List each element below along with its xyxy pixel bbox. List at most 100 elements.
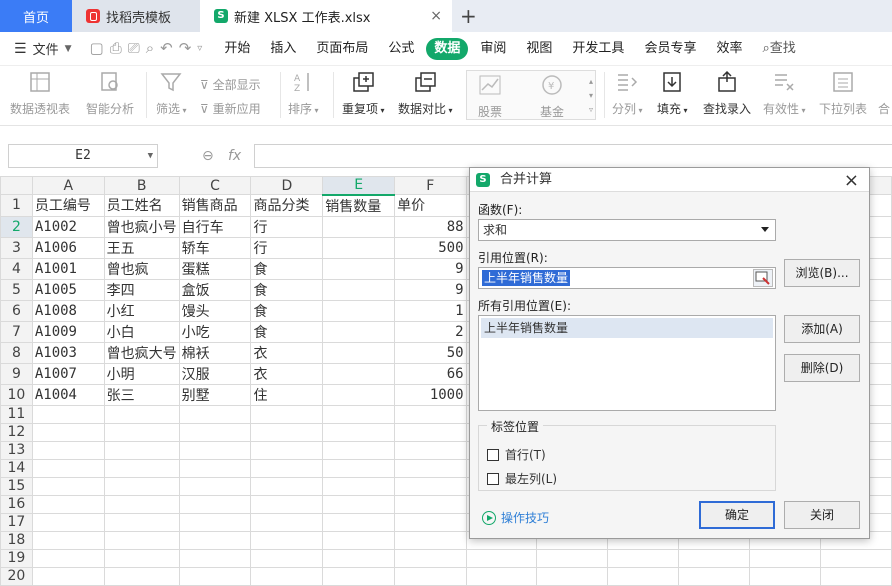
cell[interactable]: 1000	[394, 383, 467, 406]
row-header[interactable]: 4	[0, 257, 33, 280]
left-column-checkbox[interactable]: 最左列(L)	[487, 470, 557, 487]
cell[interactable]	[749, 566, 821, 586]
more-icon[interactable]: ▿	[197, 39, 202, 59]
cell[interactable]	[178, 566, 252, 586]
cell[interactable]: 小吃	[178, 320, 252, 343]
cell[interactable]	[31, 566, 105, 586]
save-icon[interactable]: ▢	[90, 39, 104, 59]
cell[interactable]	[322, 440, 396, 460]
cell[interactable]: 李四	[103, 278, 180, 301]
cell[interactable]	[322, 476, 396, 496]
cell[interactable]	[322, 341, 396, 364]
row-header[interactable]: 19	[0, 548, 33, 568]
cell[interactable]	[394, 476, 467, 496]
row-header[interactable]: 16	[0, 494, 33, 514]
cell[interactable]	[250, 494, 324, 514]
menu-developer[interactable]: 开发工具	[564, 38, 632, 60]
cell[interactable]	[250, 512, 324, 532]
cell[interactable]	[178, 512, 252, 532]
row-header[interactable]: 15	[0, 476, 33, 496]
cell[interactable]	[250, 458, 324, 478]
cell[interactable]: 张三	[103, 383, 180, 406]
cell[interactable]	[394, 440, 467, 460]
cell[interactable]: 别墅	[178, 383, 252, 406]
first-row-checkbox[interactable]: 首行(T)	[487, 446, 546, 463]
cell[interactable]: 蛋糕	[178, 257, 252, 280]
cell[interactable]	[322, 278, 396, 301]
cell[interactable]	[103, 422, 180, 442]
show-all-button[interactable]: ⊽ 全部显示	[200, 76, 261, 93]
row-header[interactable]: 1	[0, 194, 33, 217]
export-icon[interactable]: ⎙	[110, 39, 122, 59]
cell[interactable]	[322, 530, 396, 550]
cell[interactable]: 曾也疯小号	[103, 215, 180, 238]
cell[interactable]	[322, 236, 396, 259]
cell[interactable]: 小明	[103, 362, 180, 385]
new-tab-button[interactable]: +	[460, 4, 477, 28]
cell[interactable]: 食	[250, 320, 324, 343]
close-tab-icon[interactable]: ×	[430, 8, 442, 24]
cell[interactable]	[322, 494, 396, 514]
cell[interactable]	[322, 362, 396, 385]
data-compare-button[interactable]: 数据对比 ▾	[398, 70, 453, 117]
cell[interactable]	[103, 566, 180, 586]
fill-button[interactable]: 填充 ▾	[657, 70, 688, 117]
gallery-scroll-icon[interactable]: ▴ ▾ ▿	[589, 75, 593, 117]
column-header[interactable]: E	[322, 176, 396, 196]
cell[interactable]	[31, 422, 105, 442]
cell[interactable]	[31, 512, 105, 532]
cell[interactable]: 商品分类	[250, 194, 324, 217]
row-header[interactable]: 17	[0, 512, 33, 532]
cell[interactable]	[178, 458, 252, 478]
cell[interactable]	[250, 440, 324, 460]
fx-icon[interactable]: fx	[228, 148, 241, 164]
cell[interactable]: 500	[394, 236, 467, 259]
cell[interactable]	[31, 458, 105, 478]
row-header[interactable]: 9	[0, 362, 33, 385]
browse-button[interactable]: 浏览(B)...	[784, 259, 860, 287]
cell[interactable]	[322, 404, 396, 424]
cell[interactable]: 轿车	[178, 236, 252, 259]
row-header[interactable]: 13	[0, 440, 33, 460]
cell[interactable]: 馒头	[178, 299, 252, 322]
cell[interactable]: 曾也疯大号	[103, 341, 180, 364]
cell[interactable]	[103, 512, 180, 532]
row-header[interactable]: 2	[0, 215, 33, 238]
menu-review[interactable]: 审阅	[472, 38, 514, 60]
cell[interactable]: A1004	[31, 383, 105, 406]
cell[interactable]	[607, 566, 680, 586]
smart-analysis-button[interactable]: 智能分析	[86, 70, 134, 117]
cell[interactable]	[31, 548, 105, 568]
function-select[interactable]: 求和	[478, 219, 776, 241]
row-header[interactable]: 5	[0, 278, 33, 301]
formula-input[interactable]	[254, 144, 892, 168]
cell[interactable]: 盒饭	[178, 278, 252, 301]
cell[interactable]: 销售商品	[178, 194, 252, 217]
cell[interactable]: A1001	[31, 257, 105, 280]
cell[interactable]: 曾也疯	[103, 257, 180, 280]
cell[interactable]: 食	[250, 299, 324, 322]
cell[interactable]	[250, 476, 324, 496]
cell[interactable]: 食	[250, 257, 324, 280]
pivot-table-button[interactable]: 数据透视表	[10, 70, 70, 117]
menu-start[interactable]: 开始	[216, 38, 258, 60]
delete-button[interactable]: 删除(D)	[784, 354, 860, 382]
cell[interactable]	[250, 548, 324, 568]
cell[interactable]	[31, 404, 105, 424]
cell[interactable]	[103, 530, 180, 550]
cell[interactable]: A1009	[31, 320, 105, 343]
menu-formula[interactable]: 公式	[380, 38, 422, 60]
cell[interactable]	[103, 440, 180, 460]
cell[interactable]	[322, 512, 396, 532]
cell[interactable]: A1005	[31, 278, 105, 301]
tips-link[interactable]: 操作技巧	[482, 509, 549, 526]
cell[interactable]	[322, 215, 396, 238]
menu-data[interactable]: 数据	[426, 37, 469, 60]
list-item[interactable]: 上半年销售数量	[481, 318, 773, 338]
menu-layout[interactable]: 页面布局	[308, 38, 376, 60]
cell[interactable]	[103, 404, 180, 424]
cell[interactable]: 衣	[250, 362, 324, 385]
cell[interactable]	[394, 422, 467, 442]
cell[interactable]	[465, 548, 538, 568]
cell[interactable]	[322, 548, 396, 568]
